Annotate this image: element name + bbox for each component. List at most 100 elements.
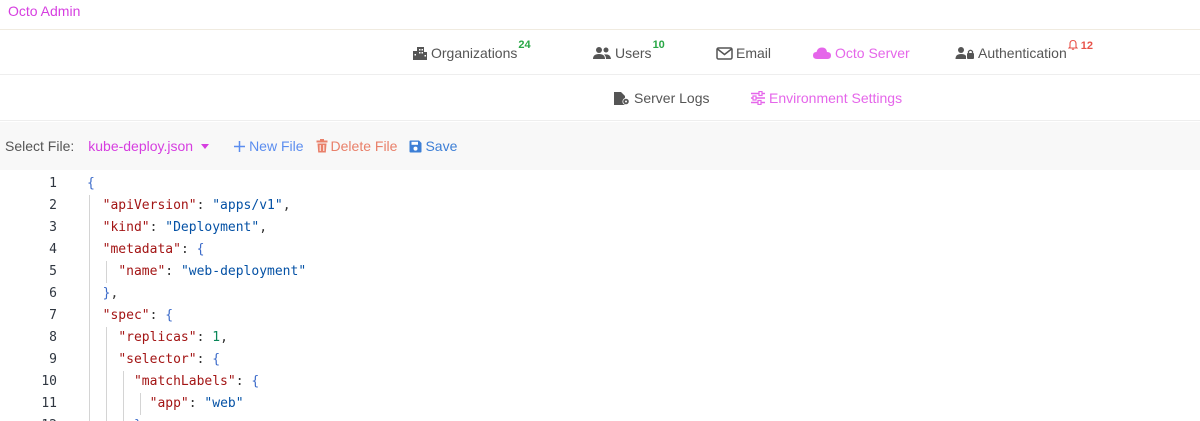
select-file-label: Select File: <box>5 138 75 154</box>
code-token: "name" <box>118 264 166 279</box>
line-code: "apiVersion": "apps/v1", <box>87 195 291 217</box>
users-count-badge: 10 <box>652 39 665 51</box>
nav-environment-settings[interactable]: Environment Settings <box>750 75 902 121</box>
nav-authentication[interactable]: Authentication 12 <box>955 30 1093 76</box>
code-token: "selector" <box>118 352 197 367</box>
line-code: "metadata": { <box>87 239 205 261</box>
code-token: "apiVersion" <box>102 198 197 213</box>
line-code: } <box>87 415 142 421</box>
code-line: 2 "apiVersion": "apps/v1", <box>0 195 1200 217</box>
file-gear-icon <box>614 91 630 105</box>
code-line: 7 "spec": { <box>0 305 1200 327</box>
delete-file-button[interactable]: Delete File <box>316 138 398 154</box>
new-file-label: New File <box>249 138 304 154</box>
nav-environment-settings-label: Environment Settings <box>769 90 903 106</box>
code-line: 3 "kind": "Deployment", <box>0 217 1200 239</box>
code-token: "replicas" <box>118 330 197 345</box>
nav-users[interactable]: Users 10 <box>592 30 665 76</box>
code-line: 5 "name": "web-deployment" <box>0 261 1200 283</box>
nav-octo-server-label: Octo Server <box>835 45 910 61</box>
authentication-alert-badge: 12 <box>1067 39 1093 52</box>
line-number: 10 <box>41 374 57 389</box>
code-token: "metadata" <box>102 242 181 257</box>
code-token: : <box>235 374 252 389</box>
secondary-nav: Server Logs Environment Settings <box>0 75 1200 121</box>
primary-nav: Organizations 24 Users 10 Email Octo Ser… <box>0 29 1200 75</box>
code-token: "Deployment" <box>165 220 260 235</box>
nav-organizations-label: Organizations <box>431 45 518 61</box>
code-line: 11 "app": "web" <box>0 393 1200 415</box>
nav-users-label: Users <box>615 45 652 61</box>
line-code: "app": "web" <box>87 393 244 415</box>
nav-organizations[interactable]: Organizations 24 <box>412 30 531 76</box>
code-token: "web-deployment" <box>180 264 307 279</box>
code-token: : <box>165 264 181 279</box>
code-token: { <box>212 352 221 367</box>
nav-octo-server[interactable]: Octo Server <box>812 30 910 76</box>
new-file-button[interactable]: New File <box>233 138 304 154</box>
code-token: "app" <box>149 396 189 411</box>
code-token: { <box>87 176 95 191</box>
line-number: 5 <box>49 264 57 279</box>
code-token: 1 <box>212 330 221 345</box>
line-number: 6 <box>49 286 57 301</box>
save-label: Save <box>425 138 458 154</box>
bell-icon <box>1067 39 1079 50</box>
code-token: "spec" <box>102 308 150 323</box>
cloud-icon <box>813 47 831 59</box>
sliders-icon <box>751 91 765 105</box>
line-number: 2 <box>49 198 57 213</box>
code-token: , <box>259 220 268 235</box>
line-code: { <box>87 173 95 195</box>
envelope-icon <box>716 46 733 60</box>
chevron-down-icon <box>201 143 210 149</box>
organizations-count-badge: 24 <box>518 39 531 51</box>
app-title[interactable]: Octo Admin <box>8 3 80 19</box>
line-number: 3 <box>49 220 57 235</box>
code-token: : <box>196 352 213 367</box>
code-line: 10 "matchLabels": { <box>0 371 1200 393</box>
nav-server-logs-label: Server Logs <box>634 90 710 106</box>
code-token: "apps/v1" <box>212 198 283 213</box>
code-token: : <box>188 396 205 411</box>
code-token: { <box>251 374 260 389</box>
code-token: , <box>282 198 291 213</box>
code-token: "kind" <box>102 220 150 235</box>
code-token: , <box>220 330 228 345</box>
line-number: 7 <box>49 308 57 323</box>
nav-server-logs[interactable]: Server Logs <box>613 75 709 121</box>
code-token: : <box>149 220 166 235</box>
code-token: "matchLabels" <box>133 374 236 389</box>
nav-email[interactable]: Email <box>716 30 771 76</box>
line-number: 9 <box>49 352 57 367</box>
code-line: 8 "replicas": 1, <box>0 327 1200 349</box>
code-line: 4 "metadata": { <box>0 239 1200 261</box>
code-editor[interactable]: 1{2 "apiVersion": "apps/v1", 3 "kind": "D… <box>0 170 1200 421</box>
save-button[interactable]: Save <box>409 138 457 154</box>
code-line: 1{ <box>0 173 1200 195</box>
line-number: 11 <box>41 396 57 411</box>
line-code: }, <box>87 283 119 305</box>
file-select-dropdown[interactable]: kube-deploy.json <box>88 138 210 154</box>
code-token: { <box>165 308 174 323</box>
line-code: "replicas": 1, <box>87 327 228 349</box>
trash-icon <box>316 139 328 153</box>
line-number: 1 <box>49 176 57 191</box>
delete-file-label: Delete File <box>330 138 398 154</box>
user-lock-icon <box>955 47 974 59</box>
users-icon <box>593 47 611 59</box>
line-code: "selector": { <box>87 349 220 371</box>
code-line: 9 "selector": { <box>0 349 1200 371</box>
floppy-disk-icon <box>409 140 422 152</box>
code-line: 12 } <box>0 415 1200 421</box>
building-icon <box>413 47 427 60</box>
authentication-count: 12 <box>1080 39 1093 52</box>
nav-email-label: Email <box>736 45 772 61</box>
code-token: , <box>110 286 119 301</box>
code-token: : <box>196 198 213 213</box>
